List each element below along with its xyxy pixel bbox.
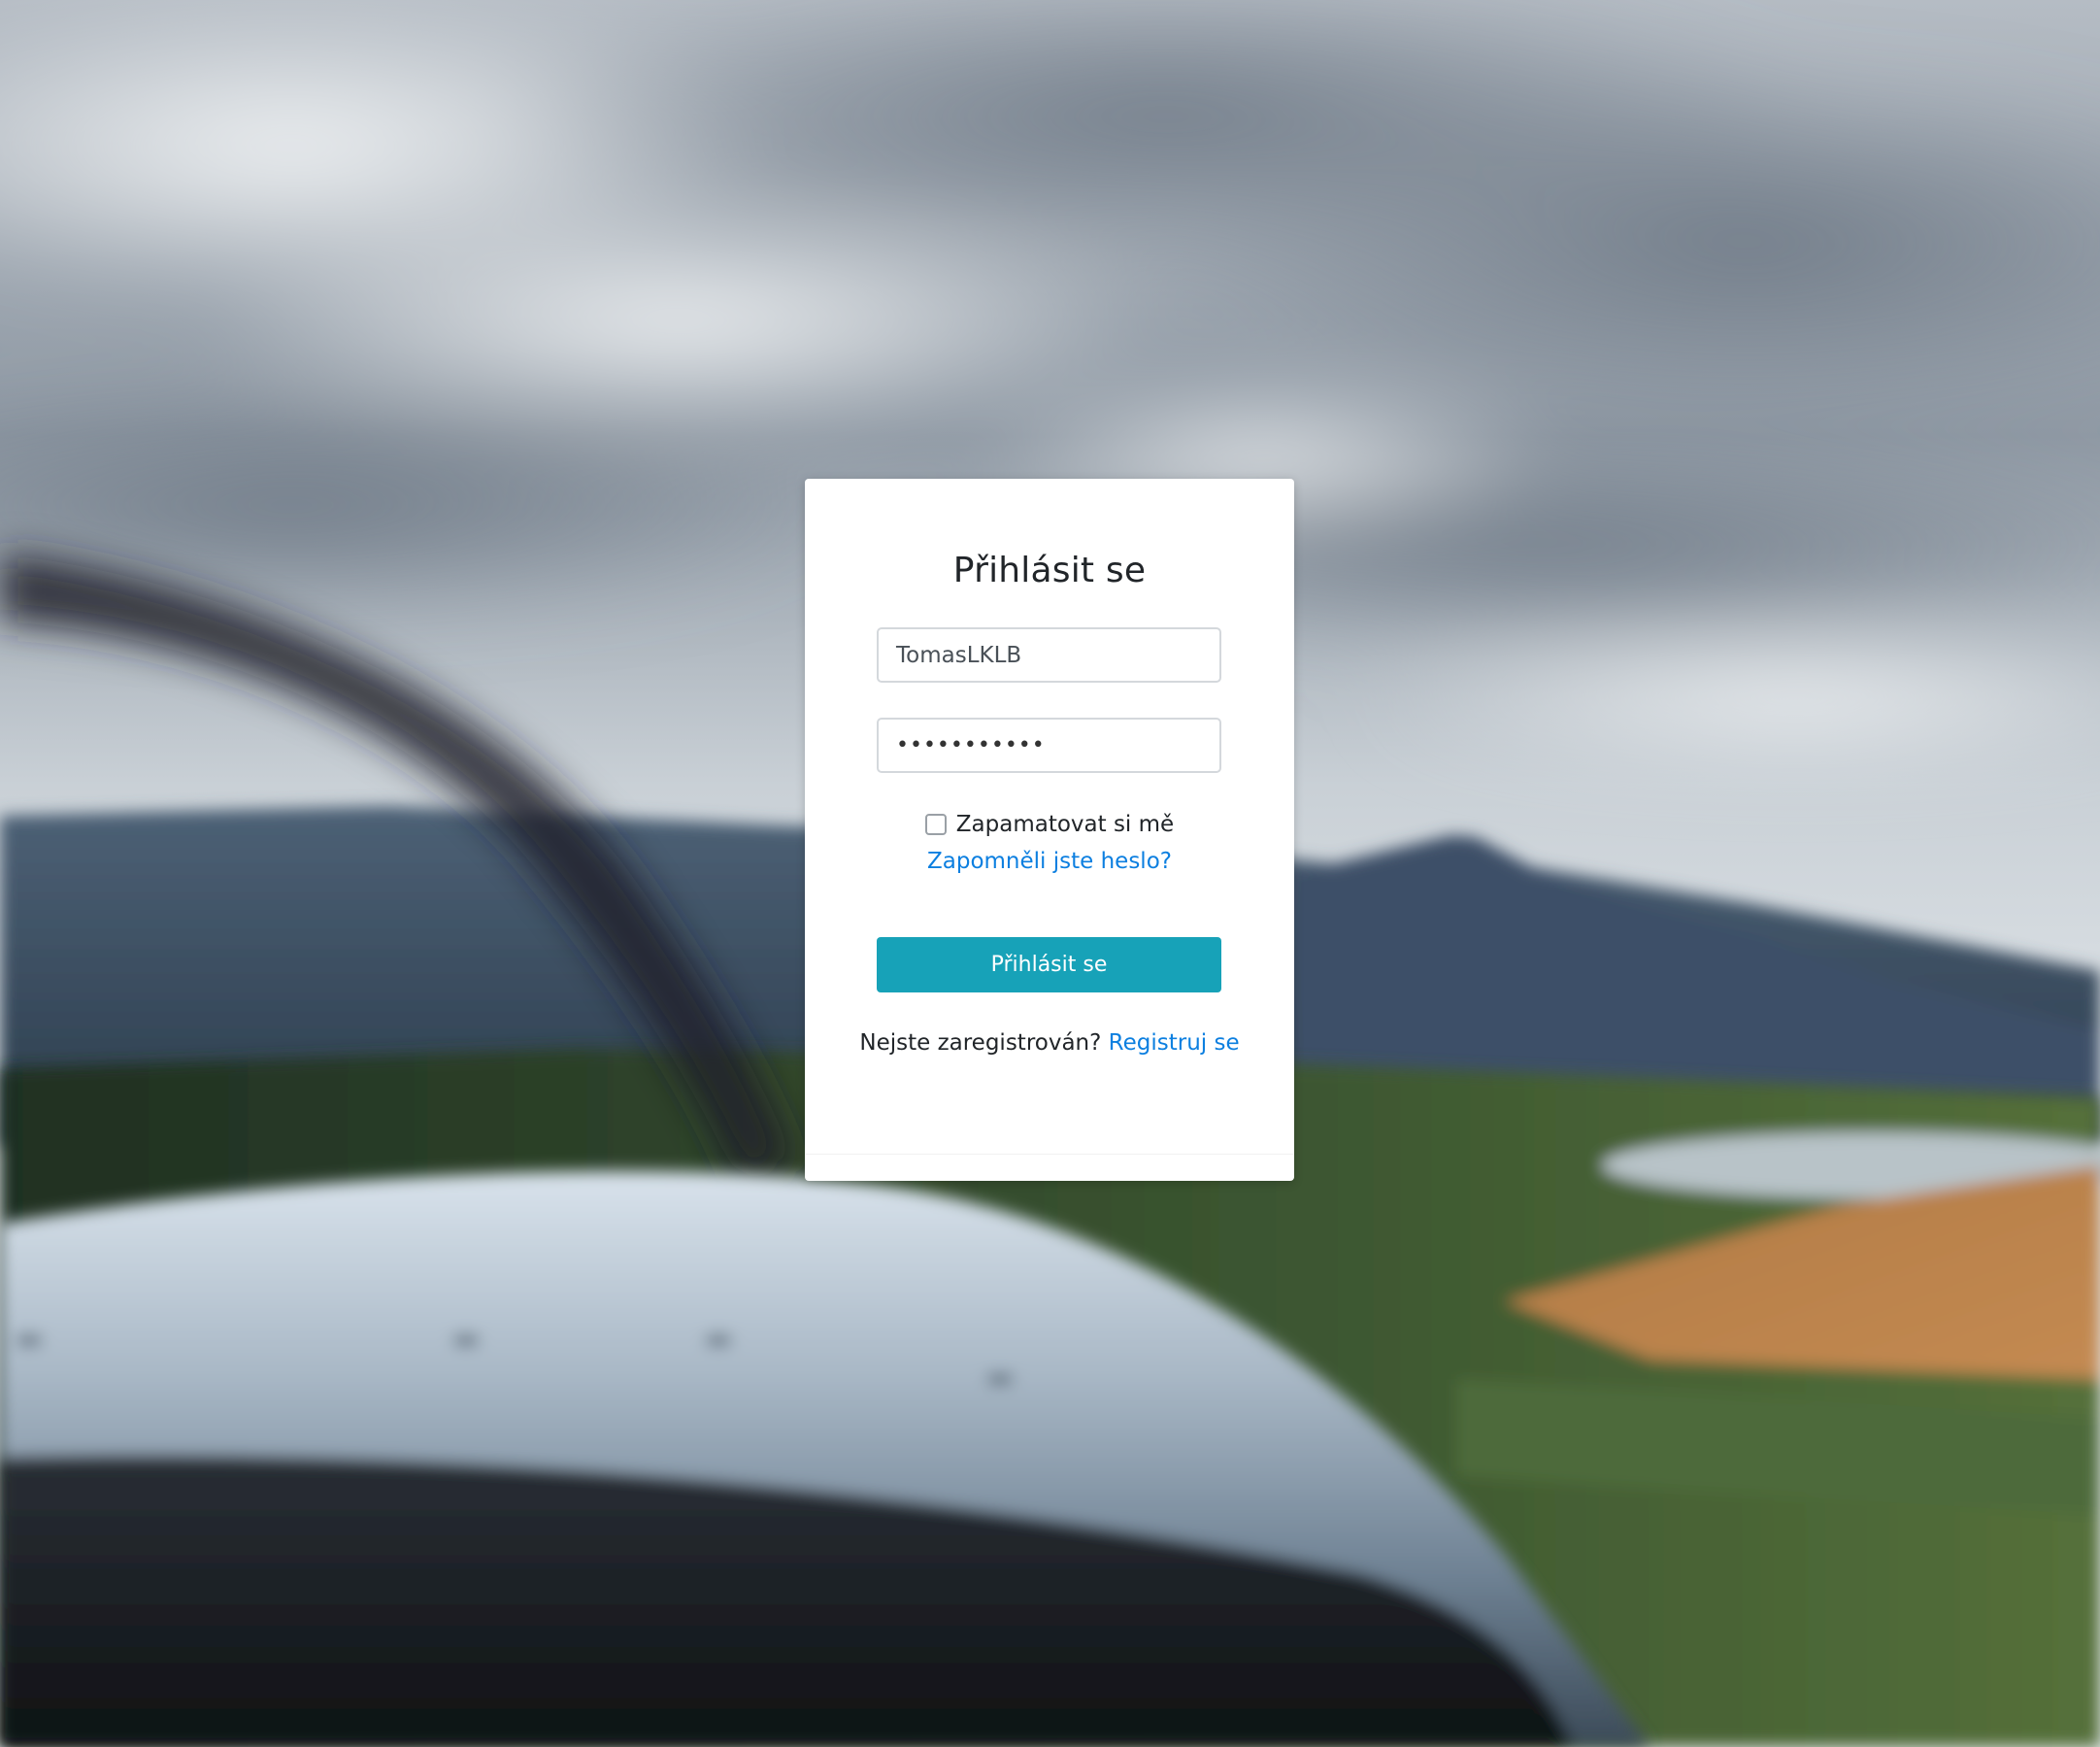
- remember-me-label[interactable]: Zapamatovat si mě: [956, 812, 1174, 837]
- register-prompt: Nejste zaregistrován?: [859, 1030, 1102, 1056]
- password-input[interactable]: •••••••••••: [877, 718, 1221, 773]
- forgot-password-link[interactable]: Zapomněli jste heslo?: [805, 849, 1294, 874]
- card-divider: [805, 1154, 1294, 1155]
- login-button[interactable]: Přihlásit se: [877, 937, 1221, 992]
- login-button-label: Přihlásit se: [990, 953, 1108, 977]
- remember-me-row: Zapamatovat si mě: [805, 812, 1294, 837]
- page-title: Přihlásit se: [952, 551, 1147, 590]
- remember-me-checkbox[interactable]: [924, 814, 947, 835]
- register-row: Nejste zaregistrován? Registruj se: [805, 1030, 1294, 1056]
- register-link[interactable]: Registruj se: [1109, 1030, 1240, 1056]
- username-value: TomasLKLB: [896, 642, 1022, 668]
- username-input[interactable]: TomasLKLB: [877, 627, 1221, 683]
- password-value: •••••••••••: [896, 733, 1046, 757]
- login-card: Přihlásit se TomasLKLB ••••••••••• Zapam…: [805, 479, 1294, 1181]
